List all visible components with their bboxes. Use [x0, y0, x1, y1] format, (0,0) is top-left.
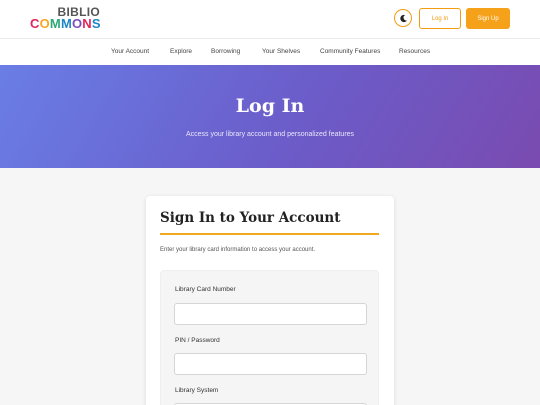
login-button[interactable]: Log In: [419, 8, 461, 29]
nav-item-your-shelves[interactable]: Your Shelves: [262, 39, 300, 66]
bibliocommons-logo[interactable]: BIBLIO COMMONS: [30, 6, 102, 32]
nav-item-your-account[interactable]: Your Account: [111, 39, 149, 66]
signin-description: Enter your library card information to a…: [160, 247, 316, 253]
card-number-label: Library Card Number: [175, 286, 236, 293]
nav-item-explore[interactable]: Explore: [170, 39, 192, 66]
signin-form: Library Card Number PIN / Password Libra…: [160, 270, 379, 405]
title-divider: [160, 233, 379, 235]
theme-toggle-button[interactable]: [394, 9, 412, 27]
signup-button[interactable]: Sign Up: [466, 8, 510, 29]
logo-line-2: COMMONS: [30, 16, 101, 31]
signin-card: Sign In to Your Account Enter your libra…: [146, 196, 394, 405]
nav-item-resources[interactable]: Resources: [399, 39, 430, 66]
nav-item-community-features[interactable]: Community Features: [320, 39, 380, 66]
signin-title: Sign In to Your Account: [160, 210, 341, 226]
card-number-input[interactable]: [174, 303, 367, 325]
hero-banner: Log In Access your library account and p…: [0, 65, 540, 168]
main-nav: Your Account Explore Borrowing Your Shel…: [0, 38, 540, 65]
moon-icon: [399, 14, 407, 22]
library-system-label: Library System: [175, 387, 219, 394]
pin-label: PIN / Password: [175, 337, 220, 344]
hero-subtitle: Access your library account and personal…: [185, 131, 355, 138]
top-header: BIBLIO COMMONS Log In Sign Up: [0, 0, 540, 38]
pin-input[interactable]: [174, 353, 367, 375]
page-title: Log In: [235, 95, 305, 117]
nav-item-borrowing[interactable]: Borrowing: [211, 39, 240, 66]
